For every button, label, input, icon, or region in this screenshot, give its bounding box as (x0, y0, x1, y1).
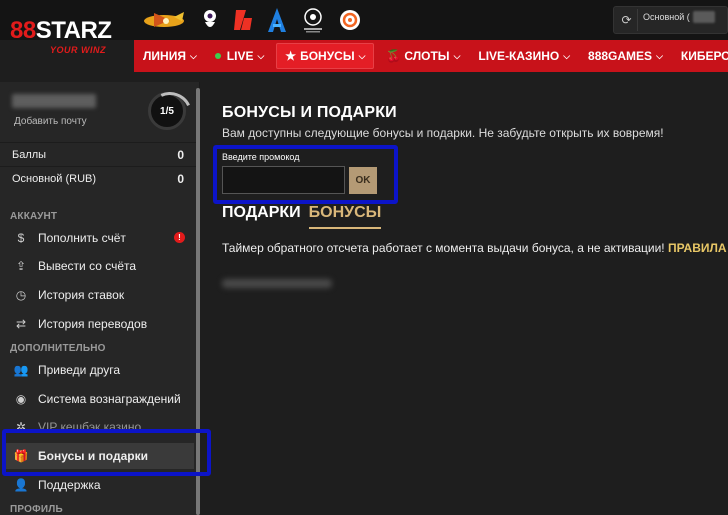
sidebar-item-refer-friend[interactable]: 👥 Приведи друга (4, 357, 194, 383)
sidebar-item-deposit[interactable]: $ Пополнить счёт ! (4, 225, 194, 251)
level-indicator: 1/5 (148, 92, 186, 130)
nav-esports[interactable]: КИБЕРСПОРТ (672, 40, 728, 72)
bonus-tabs: ПОДАРКИ БОНУСЫ (222, 204, 382, 229)
sidebar-item-bet-history[interactable]: ◷ История ставок (4, 282, 194, 308)
account-sidebar: Добавить почту 1/5 Баллы 0 Основной (RUB)… (0, 82, 200, 515)
chevron-down-icon: ⌵ (453, 50, 461, 61)
plane-logo-icon[interactable] (140, 6, 188, 34)
brand-tagline: YOUR WINZ (50, 45, 106, 55)
page-subtitle: Вам доступны следующие бонусы и подарки.… (222, 126, 664, 140)
chevron-down-icon: ⌵ (563, 50, 571, 61)
dollar-icon: $ (17, 231, 25, 245)
section-label-extra: ДОПОЛНИТЕЛЬНО (10, 343, 106, 354)
premier-league-icon[interactable] (200, 6, 220, 34)
nav-bonuses[interactable]: ★ БОНУСЫ ⌵ (276, 43, 375, 69)
sidebar-item-vip-cashback[interactable]: ✲ VIP кешбэк казино (4, 414, 194, 440)
transfer-icon: ⇄ (15, 317, 27, 331)
champions-league-icon[interactable] (300, 6, 326, 34)
nav-live[interactable]: LIVE ⌵ (206, 40, 274, 72)
laliga-icon[interactable] (232, 6, 254, 34)
user-name-blurred (12, 94, 96, 108)
nav-slots[interactable]: 🍒 СЛОТЫ ⌵ (377, 40, 469, 72)
blurred-content (222, 279, 332, 288)
users-icon: 👥 (13, 363, 29, 377)
add-email-link[interactable]: Добавить почту (14, 116, 87, 127)
tab-bonuses[interactable]: БОНУСЫ (308, 204, 382, 229)
main-nav: ЛИНИЯ ⌵ LIVE ⌵ ★ БОНУСЫ ⌵ 🍒 СЛОТЫ ⌵ LIVE-КАЗИН… (134, 40, 728, 72)
cherry-icon: 🍒 (386, 49, 402, 63)
tab-gifts[interactable]: ПОДАРКИ (222, 204, 301, 229)
sidebar-item-rewards[interactable]: ◉ Система вознаграждений (4, 386, 194, 412)
chevron-down-icon: ⌵ (257, 50, 265, 61)
nav-line[interactable]: ЛИНИЯ ⌵ (134, 40, 206, 72)
balance-selector[interactable]: ⟳ Основной ( (613, 6, 728, 34)
section-label-profile: ПРОФИЛЬ (10, 504, 63, 515)
brand-logo-text: 88STARZ (10, 17, 112, 44)
promo-label: Введите промокод (222, 152, 300, 162)
stat-row-points: Баллы 0 (0, 142, 196, 166)
serie-a-icon[interactable] (266, 6, 288, 34)
chevron-down-icon: ⌵ (358, 50, 366, 61)
page-title: БОНУСЫ И ПОДАРКИ (222, 104, 397, 121)
europa-league-icon[interactable] (338, 6, 362, 34)
brand-logo[interactable]: 88STARZ YOUR WINZ (10, 18, 125, 58)
promo-code-input[interactable] (222, 166, 345, 194)
sidebar-item-support[interactable]: 👤 Поддержка (4, 472, 194, 498)
sidebar-item-bonuses-gifts[interactable]: 🎁 Бонусы и подарки (4, 443, 194, 469)
clock-icon: ◷ (15, 288, 27, 302)
upload-icon: ⇪ (15, 259, 27, 273)
balance-amount-blurred (692, 11, 715, 23)
support-icon: 👤 (13, 478, 29, 492)
timer-notice: Таймер обратного отсчета работает с моме… (222, 241, 727, 255)
nav-888games[interactable]: 888GAMES ⌵ (579, 40, 672, 72)
nav-live-casino[interactable]: LIVE-КАЗИНО ⌵ (469, 40, 579, 72)
sidebar-item-transfer-history[interactable]: ⇄ История переводов (4, 311, 194, 337)
refresh-icon[interactable]: ⟳ (616, 9, 638, 31)
stat-row-balance: Основной (RUB) 0 (0, 166, 196, 190)
promo-ok-button[interactable]: OK (349, 167, 377, 194)
section-label-account: АККАУНТ (10, 211, 58, 222)
profile-box: Добавить почту 1/5 (2, 84, 198, 140)
star-icon: ★ (285, 49, 297, 63)
alert-badge: ! (174, 232, 185, 243)
chevron-down-icon: ⌵ (189, 50, 197, 61)
partner-logos (140, 5, 362, 35)
sidebar-item-withdraw[interactable]: ⇪ Вывести со счёта (4, 253, 194, 279)
gift-icon: 🎁 (13, 449, 29, 463)
coin-icon: ◉ (15, 392, 27, 406)
sidebar-scrollbar[interactable] (196, 88, 200, 515)
vip-icon: ✲ (15, 420, 27, 434)
chevron-down-icon: ⌵ (656, 50, 663, 61)
rules-link[interactable]: ПРАВИЛА (668, 241, 727, 255)
balance-label: Основной ( (643, 12, 690, 22)
live-dot-icon (214, 53, 221, 59)
